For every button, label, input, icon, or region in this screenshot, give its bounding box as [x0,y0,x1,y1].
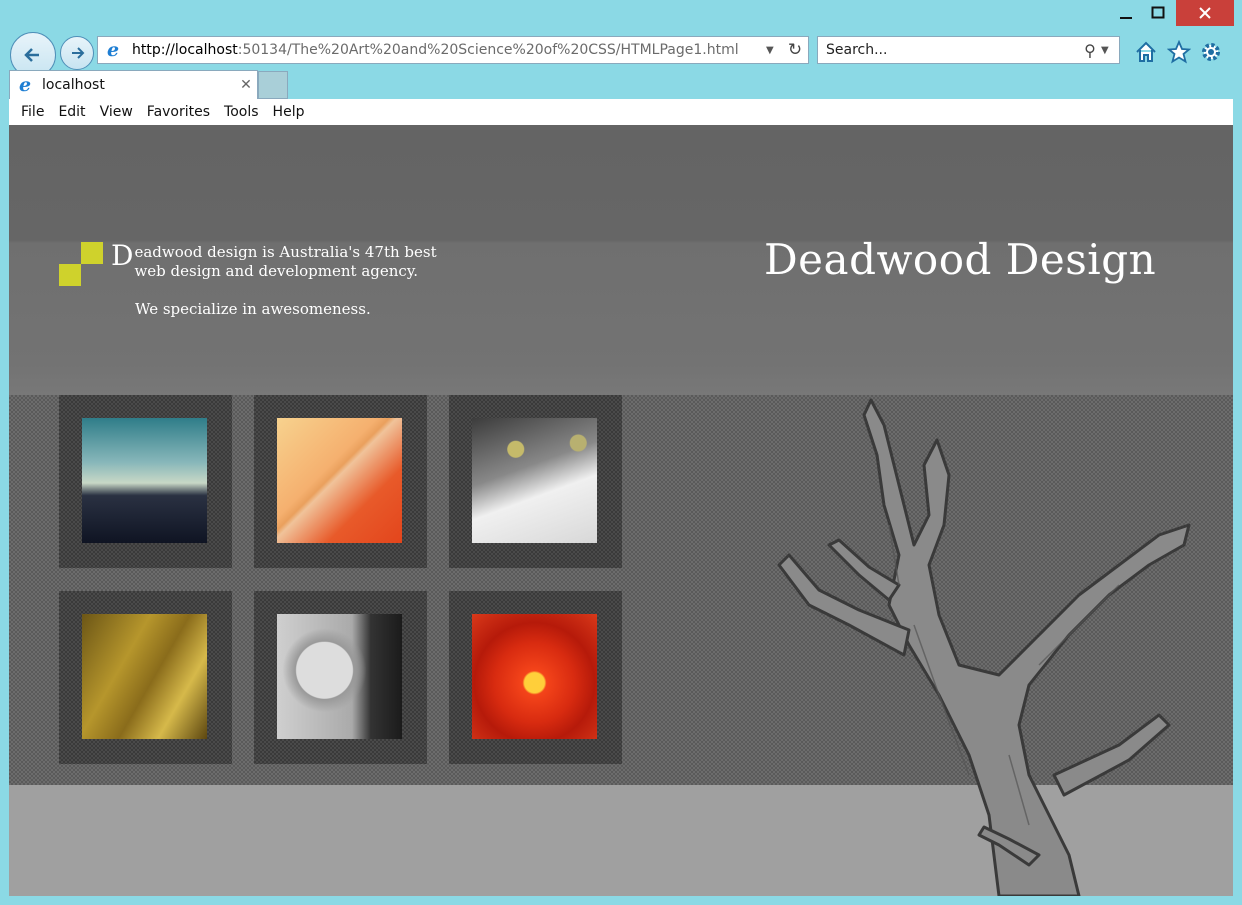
maximize-button[interactable] [1144,0,1172,26]
site-header: D eadwood design is Australia's 47th bes… [9,125,1233,395]
tab-strip: e localhost ✕ [0,70,1242,99]
intro-sentence: eadwood design is Australia's 47th best … [134,243,437,280]
gallery-tile[interactable] [59,591,232,764]
cat-face-thumbnail[interactable] [472,418,597,543]
menu-tools[interactable]: Tools [222,104,261,120]
menu-favorites[interactable]: Favorites [145,104,212,120]
ie-logo-icon: e [18,74,32,96]
close-window-button[interactable] [1176,0,1234,26]
refresh-icon[interactable]: ↻ [782,40,808,60]
forward-button[interactable] [60,36,94,70]
maximize-icon [1151,6,1165,19]
menu-edit[interactable]: Edit [56,104,87,120]
gallery-tile[interactable] [59,395,232,568]
intro-tagline: We specialize in awesomeness. [135,300,371,318]
gallery-tile[interactable] [449,395,622,568]
gallery-tile[interactable] [254,591,427,764]
gallery-tile[interactable] [254,395,427,568]
orange-fabric-thumbnail[interactable] [277,418,402,543]
gallery-tile[interactable] [449,591,622,764]
search-input[interactable] [818,41,1079,59]
new-tab-button[interactable] [258,71,288,99]
browser-window: e http://localhost:50134/The%20Art%20and… [0,0,1242,905]
address-dropdown-icon[interactable]: ▼ [766,45,782,56]
menu-help[interactable]: Help [271,104,307,120]
tab-title: localhost [42,77,105,93]
search-dropdown-icon[interactable]: ▼ [1101,45,1119,56]
dead-tree-image [777,398,1191,896]
minimize-button[interactable] [1112,0,1140,26]
forward-icon [72,47,85,59]
search-icon[interactable]: ⚲ [1079,41,1101,60]
address-url[interactable]: http://localhost:50134/The%20Art%20and%2… [132,42,766,58]
menu-file[interactable]: File [19,104,46,120]
web-page: D eadwood design is Australia's 47th bes… [9,125,1233,896]
menu-view[interactable]: View [98,104,135,120]
intro-text: D eadwood design is Australia's 47th bes… [111,239,471,281]
minimize-icon [1120,17,1132,19]
coastline-sunset-thumbnail[interactable] [82,418,207,543]
title-bar [0,0,1242,28]
ie-logo-icon: e [106,39,120,61]
tab-localhost[interactable]: e localhost ✕ [9,70,258,99]
favorites-star-icon[interactable] [1165,38,1193,66]
navigation-bar: e http://localhost:50134/The%20Art%20and… [0,28,1242,78]
home-icon[interactable] [1132,38,1160,66]
brand-title: Deadwood Design [764,235,1157,284]
back-icon [24,48,39,62]
man-with-bottle-thumbnail[interactable] [277,614,402,739]
search-box[interactable]: ⚲ ▼ [817,36,1120,64]
golden-abstract-thumbnail[interactable] [82,614,207,739]
close-icon [1199,7,1211,19]
red-flower-thumbnail[interactable] [472,614,597,739]
intro-dropcap: D [111,239,134,272]
close-tab-icon[interactable]: ✕ [235,77,257,93]
menu-bar: File Edit View Favorites Tools Help [9,99,1233,126]
address-bar[interactable]: e http://localhost:50134/The%20Art%20and… [97,36,809,64]
gear-icon[interactable] [1197,38,1225,66]
